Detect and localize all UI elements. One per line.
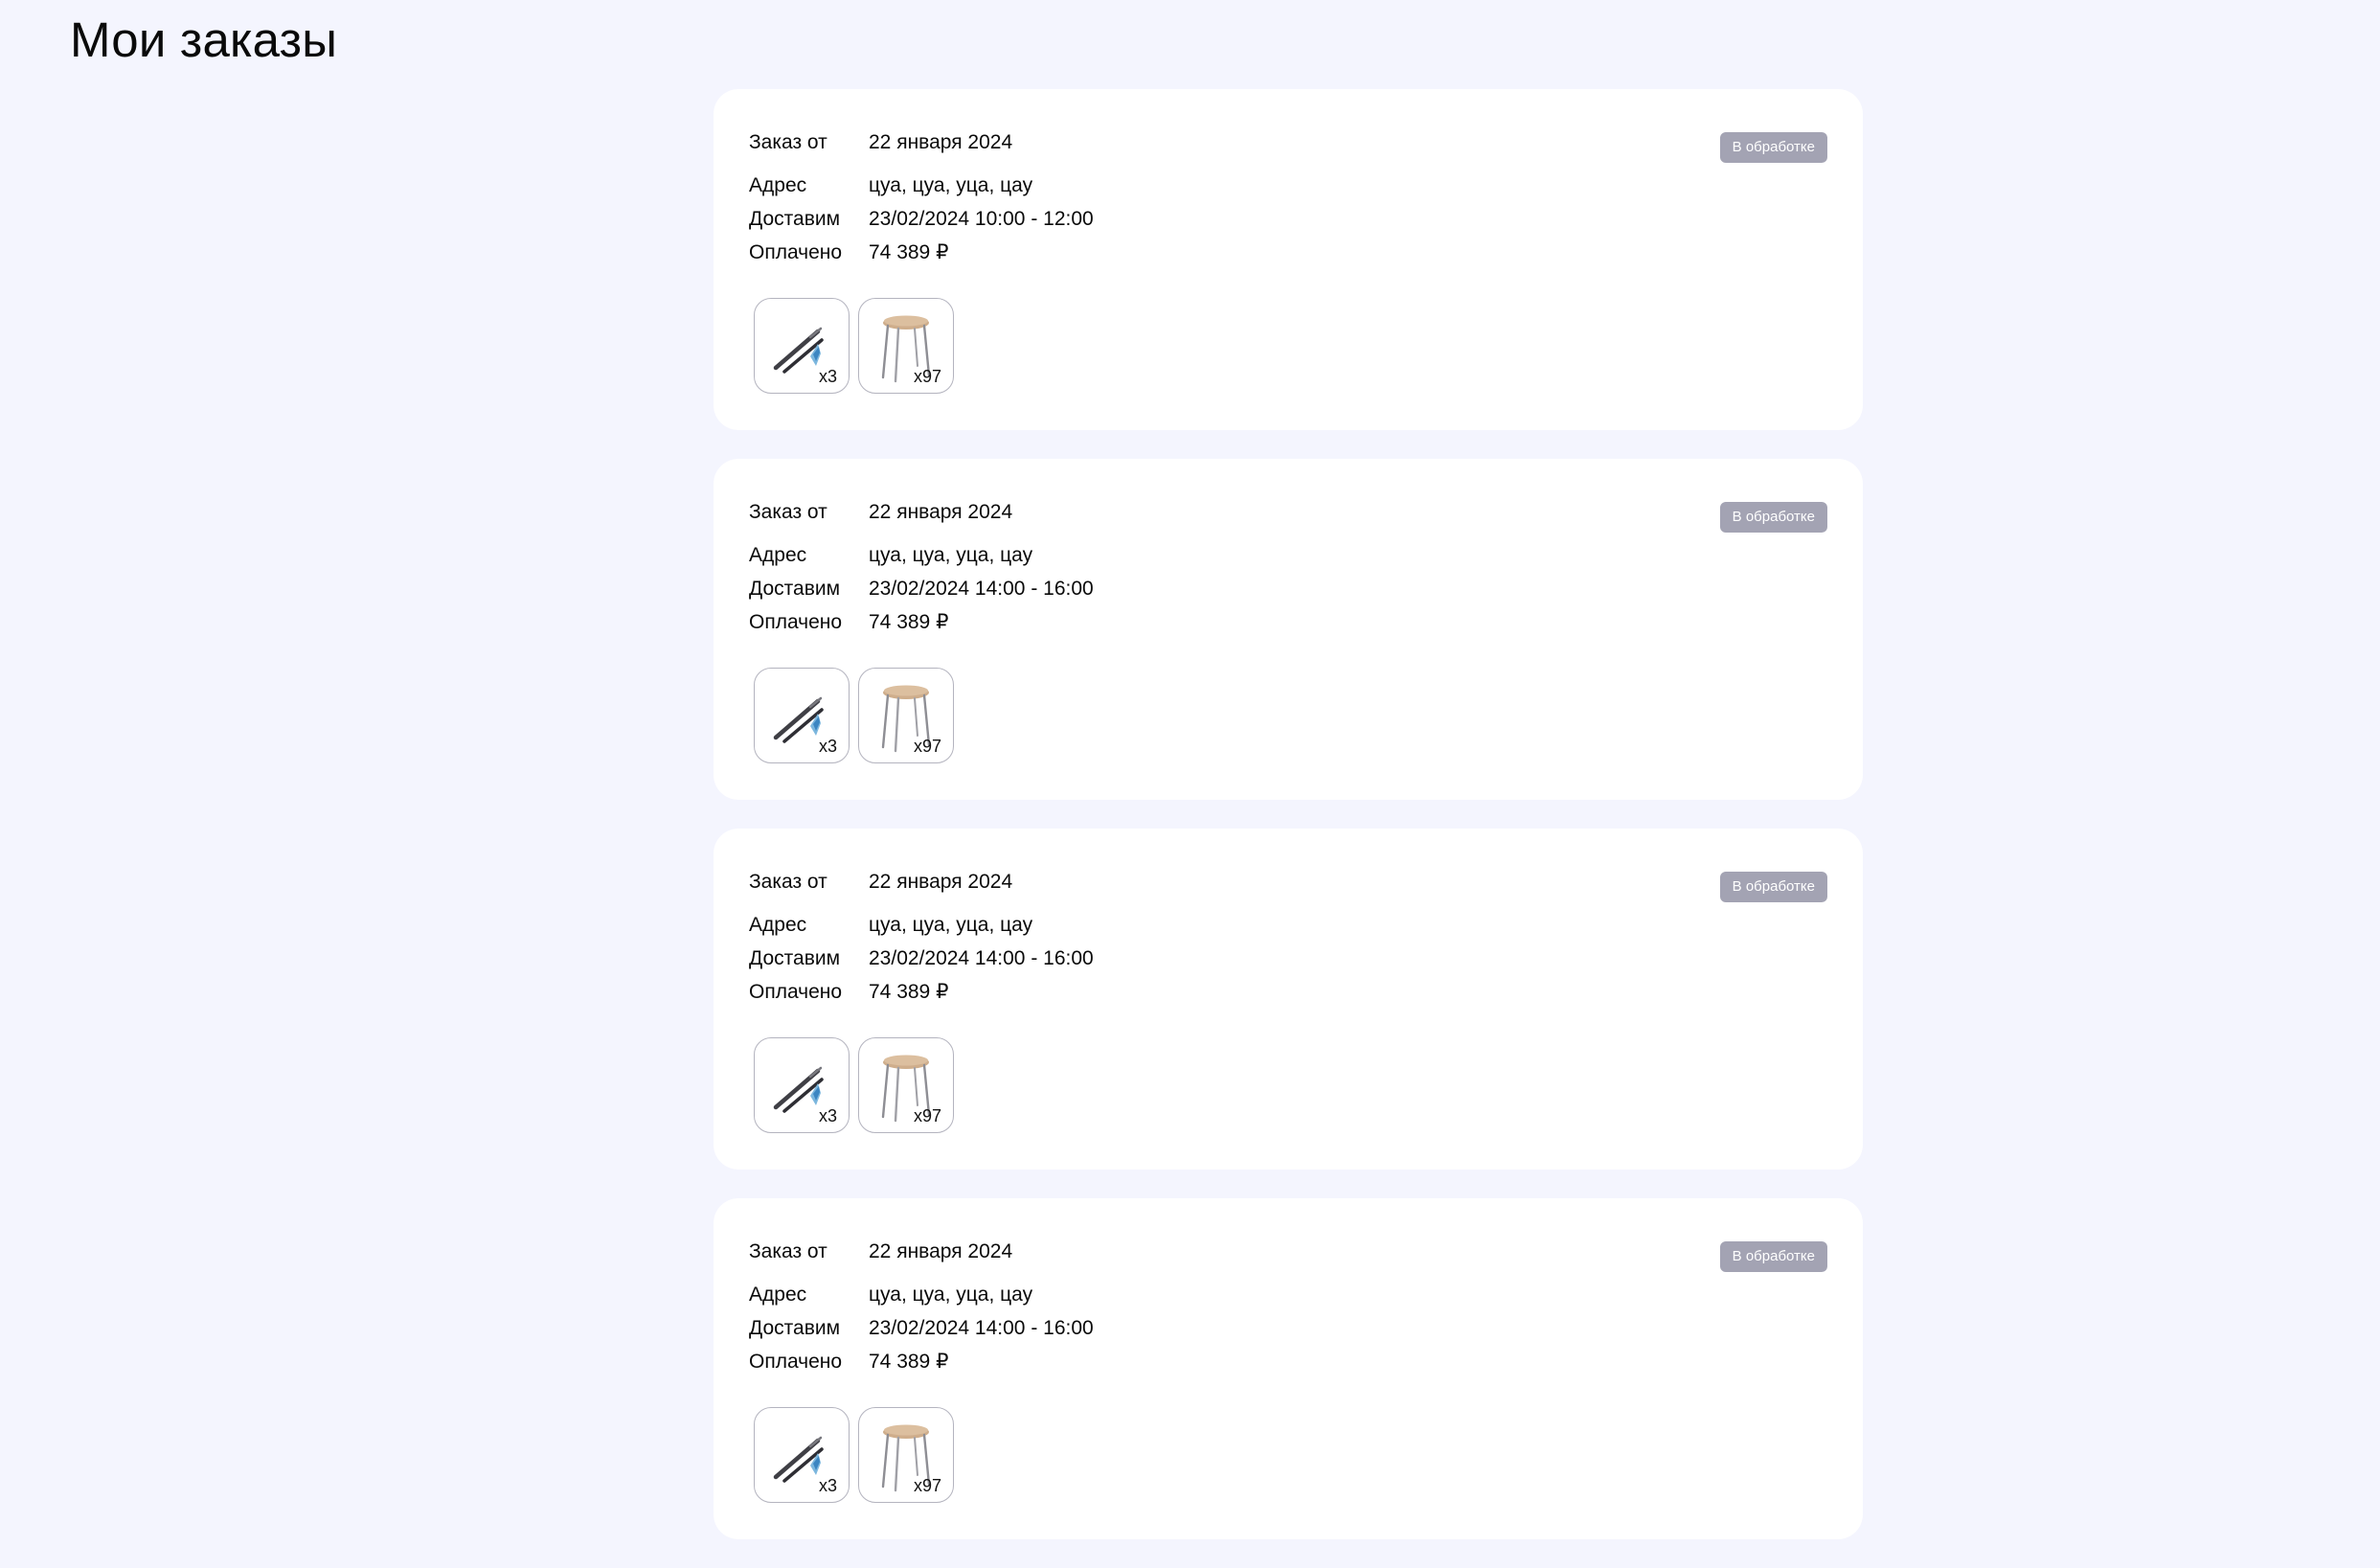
order-paid-row: Оплачено 74 389 ₽: [749, 980, 948, 1005]
order-date-label: Заказ от: [749, 131, 827, 153]
order-date-row: Заказ от 22 января 2024: [749, 130, 1012, 155]
order-paid-row: Оплачено 74 389 ₽: [749, 240, 948, 265]
order-delivery-row: Доставим 23/02/2024 14:00 - 16:00: [749, 577, 1094, 602]
status-badge: В обработке: [1719, 502, 1827, 533]
order-delivery-row: Доставим 23/02/2024 14:00 - 16:00: [749, 946, 1094, 971]
order-paid-row: Оплачено 74 389 ₽: [749, 610, 948, 635]
order-delivery-label: Доставим: [749, 947, 841, 969]
order-item-pen-set[interactable]: x3: [754, 298, 850, 394]
order-date-row: Заказ от 22 января 2024: [749, 500, 1012, 525]
item-quantity: x97: [913, 1476, 941, 1495]
page-title: Мои заказы: [70, 12, 338, 67]
order-address-label: Адрес: [749, 544, 807, 566]
status-badge: В обработке: [1719, 132, 1827, 163]
order-date-row: Заказ от 22 января 2024: [749, 1239, 1012, 1264]
order-item-stool[interactable]: x97: [858, 1407, 954, 1503]
order-item-pen-set[interactable]: x3: [754, 1037, 850, 1133]
order-date-value: 22 января 2024: [869, 871, 1013, 893]
order-date-value: 22 января 2024: [869, 1240, 1013, 1262]
order-address-row: Адрес цуа, цуа, уца, цау: [749, 173, 1032, 198]
order-address-value: цуа, цуа, уца, цау: [869, 174, 1033, 196]
order-paid-value: 74 389 ₽: [869, 611, 949, 633]
item-quantity: x3: [818, 1476, 837, 1495]
order-delivery-row: Доставим 23/02/2024 10:00 - 12:00: [749, 207, 1094, 232]
status-badge: В обработке: [1719, 872, 1827, 902]
order-items: x3 x97: [754, 1407, 954, 1503]
order-delivery-label: Доставим: [749, 208, 841, 230]
order-item-stool[interactable]: x97: [858, 1037, 954, 1133]
order-address-value: цуа, цуа, уца, цау: [869, 1284, 1033, 1306]
item-quantity: x3: [818, 737, 837, 756]
item-quantity: x97: [913, 737, 941, 756]
order-paid-value: 74 389 ₽: [869, 981, 949, 1003]
order-address-label: Адрес: [749, 1284, 807, 1306]
order-item-pen-set[interactable]: x3: [754, 1407, 850, 1503]
order-delivery-value: 23/02/2024 14:00 - 16:00: [869, 578, 1094, 600]
order-card[interactable]: Заказ от 22 января 2024 Адрес цуа, цуа, уц…: [714, 89, 1863, 430]
order-paid-label: Оплачено: [749, 611, 843, 633]
order-items: x3 x97: [754, 1037, 954, 1133]
order-delivery-value: 23/02/2024 14:00 - 16:00: [869, 1317, 1094, 1339]
order-address-row: Адрес цуа, цуа, уца, цау: [749, 1283, 1032, 1307]
order-paid-label: Оплачено: [749, 241, 843, 263]
order-address-label: Адрес: [749, 914, 807, 936]
order-paid-value: 74 389 ₽: [869, 1351, 949, 1373]
order-delivery-label: Доставим: [749, 578, 841, 600]
order-delivery-value: 23/02/2024 14:00 - 16:00: [869, 947, 1094, 969]
order-item-stool[interactable]: x97: [858, 668, 954, 763]
order-delivery-row: Доставим 23/02/2024 14:00 - 16:00: [749, 1316, 1094, 1341]
item-quantity: x3: [818, 367, 837, 386]
order-paid-row: Оплачено 74 389 ₽: [749, 1350, 948, 1375]
order-date-label: Заказ от: [749, 1240, 827, 1262]
order-address-label: Адрес: [749, 174, 807, 196]
order-paid-label: Оплачено: [749, 981, 843, 1003]
item-quantity: x97: [913, 367, 941, 386]
order-item-stool[interactable]: x97: [858, 298, 954, 394]
item-quantity: x3: [818, 1106, 837, 1125]
order-item-pen-set[interactable]: x3: [754, 668, 850, 763]
order-date-label: Заказ от: [749, 871, 827, 893]
order-card[interactable]: Заказ от 22 января 2024 Адрес цуа, цуа, уц…: [714, 459, 1863, 800]
order-items: x3 x97: [754, 668, 954, 763]
order-date-value: 22 января 2024: [869, 501, 1013, 523]
order-address-row: Адрес цуа, цуа, уца, цау: [749, 913, 1032, 938]
order-date-row: Заказ от 22 января 2024: [749, 870, 1012, 895]
orders-list: Заказ от 22 января 2024 Адрес цуа, цуа, уц…: [714, 89, 1863, 1568]
order-items: x3 x97: [754, 298, 954, 394]
order-address-row: Адрес цуа, цуа, уца, цау: [749, 543, 1032, 568]
order-date-value: 22 января 2024: [869, 131, 1013, 153]
item-quantity: x97: [913, 1106, 941, 1125]
order-paid-label: Оплачено: [749, 1351, 843, 1373]
order-card[interactable]: Заказ от 22 января 2024 Адрес цуа, цуа, уц…: [714, 829, 1863, 1170]
order-date-label: Заказ от: [749, 501, 827, 523]
order-address-value: цуа, цуа, уца, цау: [869, 544, 1033, 566]
order-card[interactable]: Заказ от 22 января 2024 Адрес цуа, цуа, уц…: [714, 1198, 1863, 1539]
order-address-value: цуа, цуа, уца, цау: [869, 914, 1033, 936]
order-delivery-value: 23/02/2024 10:00 - 12:00: [869, 208, 1094, 230]
status-badge: В обработке: [1719, 1241, 1827, 1272]
order-paid-value: 74 389 ₽: [869, 241, 949, 263]
order-delivery-label: Доставим: [749, 1317, 841, 1339]
